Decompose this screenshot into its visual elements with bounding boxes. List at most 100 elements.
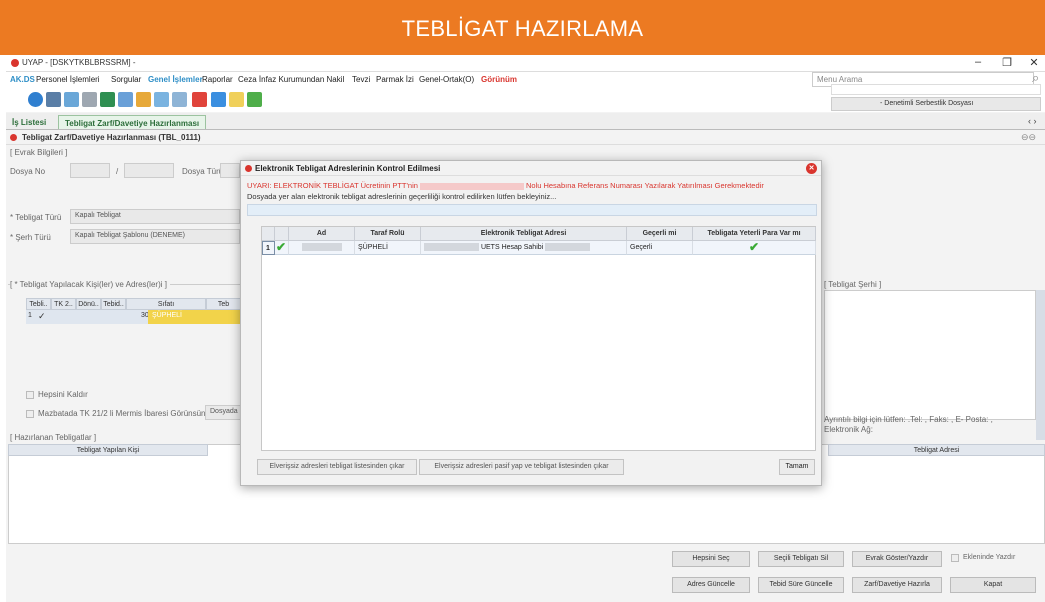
elverissiz-cikar-button[interactable]: Elverişsiz adresleri tebligat listesinde… [257,459,417,475]
dosya-type-select[interactable]: - Denetimli Serbestlik Dosyası [831,97,1041,111]
etebligat-modal: Elektronik Tebligat Adreslerinin Kontrol… [240,160,822,486]
redacted-account [419,182,524,190]
help-icon[interactable] [28,92,43,107]
dosya-no-year[interactable] [70,163,110,178]
row-number[interactable]: 1 [262,241,275,255]
col-taraf-rolu[interactable]: Taraf Rolü [355,227,421,241]
warning-suffix: Nolu Hesabına Referans Numarası Yazılara… [525,181,764,190]
col-tebligat-adresi[interactable]: Tebligat Adresi [828,444,1045,456]
row-check-icon[interactable]: ✔ [275,241,289,255]
tebligat-turu-label: * Tebligat Türü [10,213,62,222]
tab-is-listesi[interactable]: İş Listesi [6,115,52,129]
dosyada-select[interactable]: Dosyada [205,405,245,420]
row-check-icon[interactable]: ✓ [38,311,46,322]
modal-close-icon[interactable]: ✕ [806,163,817,174]
row-number: 1 [28,312,32,319]
back-icon[interactable] [192,92,207,107]
row-adres-text: UETS Hesap Sahibi [480,244,544,251]
col-yeterli-para[interactable]: Tebligata Yeterli Para Var mı [693,227,816,241]
elverissiz-pasif-button[interactable]: Elverişsiz adresleri pasif yap ve teblig… [419,459,624,475]
kapat-button[interactable]: Kapat [950,577,1036,593]
row-gecerli: Geçerli [627,241,693,255]
evrak-bilgileri-label: [ Evrak Bilgileri ] [10,148,68,157]
search-tool-icon[interactable] [118,92,133,107]
warning-prefix: UYARI: ELEKTRONİK TEBLİGAT Ücretinin PTT… [247,181,418,190]
tamam-button[interactable]: Tamam [779,459,815,475]
address-table: Ad Taraf Rolü Elektronik Tebligat Adresi… [261,226,816,451]
flag-icon[interactable] [136,92,151,107]
list-icon[interactable] [82,92,97,107]
aciklama-text: Ayrıntılı bilgi için lütfen: .Tel: , Fak… [824,415,993,434]
row-sifat: ŞÜPHELİ [152,312,182,319]
secili-sil-button[interactable]: Seçili Tebligatı Sil [758,551,844,567]
modal-titlebar: Elektronik Tebligat Adreslerinin Kontrol… [241,161,821,176]
menu-parmak-izi[interactable]: Parmak İzi [376,75,414,84]
progress-bar [247,204,817,216]
folder-icon[interactable] [154,92,169,107]
minimize-button[interactable]: – [969,56,987,68]
menu-gorunum[interactable]: Görünüm [481,75,517,84]
zarf-hazirla-button[interactable]: Zarf/Davetiye Hazırla [852,577,942,593]
menu-raporlar[interactable]: Raporlar [202,75,233,84]
menu-ceza-infaz[interactable]: Ceza İnfaz Kurumundan Nakil [238,75,344,84]
serh-turu-label: * Şerh Türü [10,233,51,242]
hepsini-kaldir-radio[interactable] [26,391,34,399]
tebligat-serhi-textarea[interactable] [824,290,1036,420]
adres-guncelle-button[interactable]: Adres Güncelle [672,577,750,593]
serh-turu-select[interactable]: Kapalı Tebligat Şablonu (DENEME) [70,229,240,244]
cancel-icon[interactable] [46,92,61,107]
tutorial-banner: TEBLİGAT HAZIRLAMA [0,0,1045,55]
ekraninda-yazdir-label: Ekleninde Yazdır [963,554,1016,561]
warning-text: UYARI: ELEKTRONİK TEBLİGAT Ücretinin PTT… [247,181,764,190]
dosya-no-number[interactable] [124,163,174,178]
save-icon[interactable] [100,92,115,107]
tab-tebligat-hazirlama[interactable]: Tebligat Zarf/Davetiye Hazırlanması [58,115,207,129]
grid-col-sifat[interactable]: Sıfatı [126,298,206,310]
tebligat-turu-select[interactable]: Kapalı Tebligat [70,209,240,224]
col-e-tebligat-adresi[interactable]: Elektronik Tebligat Adresi [421,227,627,241]
row-adres: UETS Hesap Sahibi [421,241,627,255]
col-ad[interactable]: Ad [289,227,355,241]
grid-col-tebid[interactable]: Tebid.. [101,298,126,310]
ekraninda-yazdir-checkbox[interactable] [951,554,959,562]
grid-col-teb[interactable]: Teb [206,298,241,310]
dosya-no-separator: / [116,167,119,176]
table-row[interactable]: 1 ✓ 30 ŞÜPHELİ [26,310,261,324]
grid-col-tk2[interactable]: TK 2.. [51,298,76,310]
menu-genel-ortak[interactable]: Genel-Ortak(O) [419,75,474,84]
page-icon [10,134,17,141]
col-tebligat-yapilan-kisi[interactable]: Tebligat Yapılan Kişi [8,444,208,456]
hepsini-sec-button[interactable]: Hepsini Seç [672,551,750,567]
collapse-icon[interactable]: ⊖⊖ [1021,132,1036,143]
context-input[interactable] [831,84,1041,95]
grid-col-tebli[interactable]: Tebli.. [26,298,51,310]
maximize-button[interactable]: ❐ [998,56,1016,69]
tebid-sure-button[interactable]: Tebid Süre Güncelle [758,577,844,593]
mazbata-checkbox[interactable] [26,410,34,418]
close-button[interactable]: ✕ [1025,56,1043,69]
settings-icon[interactable] [172,92,187,107]
dosya-turu-field[interactable] [220,163,240,178]
menu-genel-islemler[interactable]: Genel İşlemler [148,75,203,84]
export-icon[interactable] [247,92,262,107]
serhi-scrollbar[interactable] [1036,290,1045,440]
menu-tevzi[interactable]: Tevzi [352,75,370,84]
refresh-icon[interactable] [64,92,79,107]
row-yeterli-para: ✔ [693,241,816,255]
tab-scroll-icon[interactable]: ‹ › [1028,116,1037,126]
evrak-goster-button[interactable]: Evrak Göster/Yazdır [852,551,942,567]
mail-icon[interactable] [229,92,244,107]
kisiler-section-label: [ * Tebligat Yapılacak Kişi(ler) ve Adre… [10,280,170,289]
menu-sorgular[interactable]: Sorgular [111,75,141,84]
dosya-turu-label: Dosya Türü [182,167,224,176]
mazbata-label: Mazbatada TK 21/2 li Mermis İbaresi Görü… [38,409,206,418]
grid-col-donu[interactable]: Dönü.. [76,298,101,310]
col-gecerli-mi[interactable]: Geçerli mi [627,227,693,241]
menu-akds[interactable]: AK.DS [10,75,35,84]
menu-personel[interactable]: Personel İşlemleri [36,75,100,84]
hepsini-kaldir-label: Hepsini Kaldır [38,390,88,399]
forward-icon[interactable] [211,92,226,107]
app-logo-icon [11,59,19,67]
row-ad [289,241,355,255]
tebligat-serhi-label: [ Tebligat Şerhi ] [824,280,882,289]
